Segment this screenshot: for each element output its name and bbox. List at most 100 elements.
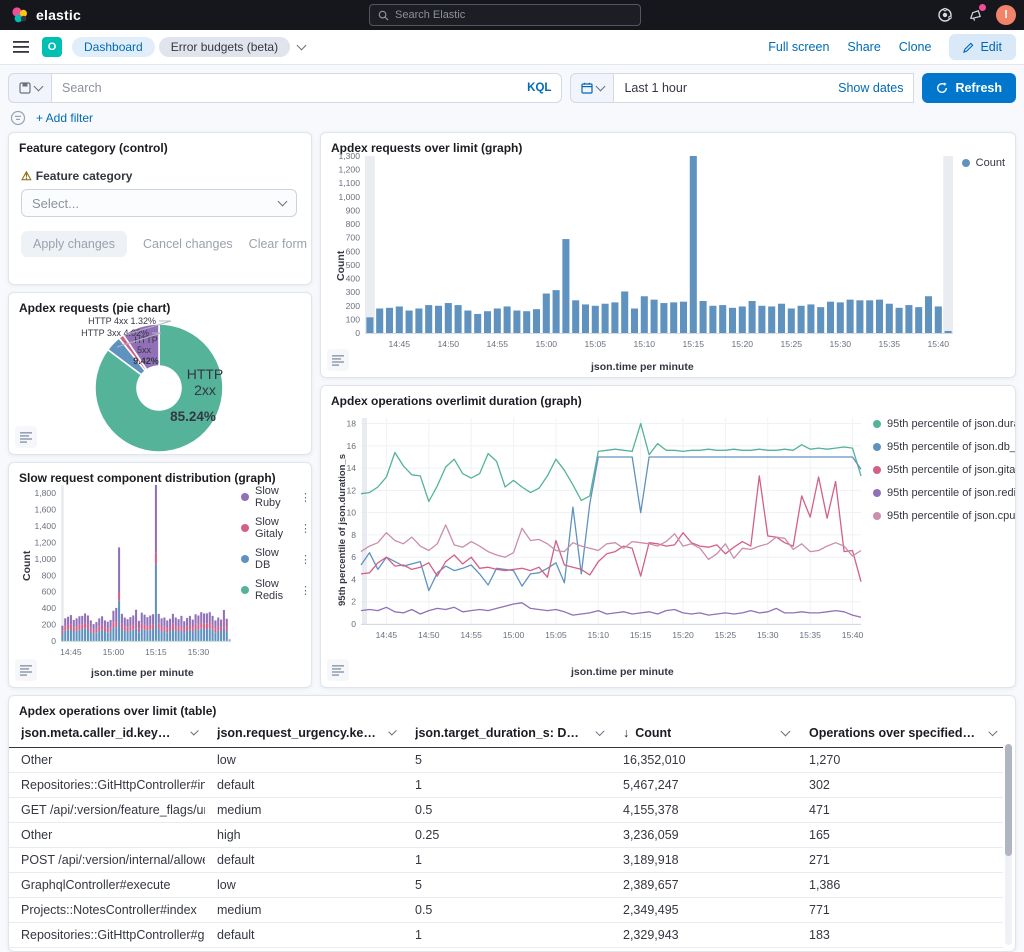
edit-button[interactable]: Edit	[949, 34, 1016, 60]
date-picker-chevron-icon	[596, 82, 606, 92]
saved-query-icon	[19, 82, 31, 94]
column-menu-chevron-icon[interactable]	[988, 727, 997, 736]
table-row[interactable]: GraphqlController#executelow52,389,6571,…	[9, 873, 1003, 898]
clone-button[interactable]: Clone	[899, 40, 932, 54]
table-row[interactable]: Otherlow516,352,0101,270	[9, 748, 1003, 773]
legend-item[interactable]: 95th percentile of json.dura...	[873, 418, 1013, 430]
table-column-header[interactable]: json.target_duration_s: Descending	[403, 720, 611, 748]
lines-y-axis-title: 95th percentile of json.duration_s	[337, 454, 348, 606]
time-range-display[interactable]: Last 1 hour Show dates	[614, 73, 914, 103]
table-cell: 5,467,247	[611, 773, 797, 798]
table-row[interactable]: POST /api/:version/internal/alloweddefau…	[9, 848, 1003, 873]
panel-options-icon[interactable]	[15, 426, 37, 448]
legend-item[interactable]: 95th percentile of json.gital...	[873, 464, 1013, 476]
table-row[interactable]: Repositories::GitHttpController#info_ref…	[9, 773, 1003, 798]
lines-legend: 95th percentile of json.dura... 95th perc…	[873, 418, 1013, 533]
filter-menu-icon[interactable]	[10, 110, 26, 126]
table-row[interactable]: GET /api/:version/feature_flags/unleash.…	[9, 798, 1003, 823]
svg-text:1,000: 1,000	[34, 554, 56, 564]
table-cell: 1	[403, 923, 611, 948]
legend-item[interactable]: 95th percentile of json.redi...	[873, 487, 1013, 499]
global-search-input[interactable]: Search Elastic	[369, 4, 641, 26]
table-cell: 771	[797, 898, 1003, 923]
add-filter-link[interactable]: + Add filter	[36, 111, 93, 125]
duration-line-chart-plot[interactable]: 02468101214161814:4514:5014:5515:0015:05…	[321, 412, 869, 674]
show-dates-link[interactable]: Show dates	[838, 81, 903, 95]
legend-actions-icon[interactable]: ⋮	[300, 553, 311, 566]
table-scrollbar[interactable]	[1005, 744, 1012, 945]
svg-text:85.24%: 85.24%	[170, 409, 216, 424]
cancel-changes-button[interactable]: Cancel changes	[143, 237, 233, 251]
menu-icon[interactable]	[8, 34, 34, 60]
time-range-value[interactable]: Last 1 hour	[624, 81, 687, 95]
legend-actions-icon[interactable]: ⋮	[300, 584, 311, 597]
legend-item[interactable]: 95th percentile of json.cpu_s	[873, 510, 1013, 522]
feature-category-select[interactable]: Select...	[21, 189, 297, 217]
table-cell: Other	[9, 748, 205, 773]
table-column-header[interactable]: json.request_urgency.keyword: Des...	[205, 720, 403, 748]
kql-search-input[interactable]	[62, 81, 527, 95]
notifications-icon[interactable]	[966, 6, 984, 24]
table-scrollbar-thumb[interactable]	[1005, 744, 1012, 856]
full-screen-button[interactable]: Full screen	[768, 40, 829, 54]
kql-search-box[interactable]: KQL	[52, 73, 562, 103]
legend-actions-icon[interactable]: ⋮	[300, 491, 311, 504]
table-column-header[interactable]: Operations over specified threshold...	[797, 720, 1003, 748]
legend-dot	[873, 489, 881, 497]
column-menu-chevron-icon[interactable]	[596, 727, 605, 736]
legend-label: Slow Redis	[255, 578, 288, 602]
table-row[interactable]: Otherdefault12,160,6021,106	[9, 948, 1003, 952]
column-menu-chevron-icon[interactable]	[388, 727, 397, 736]
legend-item[interactable]: Slow DB⋮	[241, 547, 311, 571]
warning-icon: ⚠	[21, 169, 32, 183]
svg-text:400: 400	[346, 274, 361, 284]
elastic-logo[interactable]: elastic	[10, 5, 81, 25]
kql-label[interactable]: KQL	[527, 82, 551, 94]
svg-text:15:15: 15:15	[683, 339, 705, 349]
svg-text:14:45: 14:45	[389, 339, 411, 349]
legend-actions-icon[interactable]: ⋮	[300, 522, 311, 535]
apdex-bar-chart-plot[interactable]: 01002003004005006007008009001,0001,1001,…	[321, 149, 961, 373]
table-row[interactable]: Projects::NotesController#indexmedium0.5…	[9, 898, 1003, 923]
svg-text:15:35: 15:35	[799, 630, 821, 640]
legend-item-count[interactable]: Count	[962, 157, 1005, 169]
svg-text:500: 500	[346, 260, 361, 270]
saved-query-menu-button[interactable]	[8, 73, 52, 103]
legend-item[interactable]: 95th percentile of json.db_...	[873, 441, 1013, 453]
table-cell: Repositories::GitHttpController#info_ref…	[9, 773, 205, 798]
legend-item[interactable]: Slow Gitaly⋮	[241, 516, 311, 540]
apply-changes-button[interactable]: Apply changes	[21, 231, 127, 257]
space-avatar[interactable]: O	[42, 37, 62, 57]
svg-text:15:10: 15:10	[588, 630, 610, 640]
svg-text:15:05: 15:05	[545, 630, 567, 640]
apdex-pie-chart[interactable]: HTTP2xx85.24%HTTP5xx9.42%HTTP 4xx 1.32%H…	[9, 309, 312, 455]
feature-category-control-panel: Feature category (control) ⚠ Feature cat…	[8, 132, 312, 285]
column-menu-chevron-icon[interactable]	[190, 727, 199, 736]
table-cell: default	[205, 848, 403, 873]
table-row[interactable]: Repositories::GitHttpController#git_upl.…	[9, 923, 1003, 948]
table-row[interactable]: Otherhigh0.253,236,059165	[9, 823, 1003, 848]
svg-text:2: 2	[351, 597, 356, 607]
legend-item[interactable]: Slow Ruby ⋮	[241, 485, 311, 509]
dashboard-options-chevron-icon[interactable]	[297, 41, 307, 51]
deployment-icon[interactable]	[936, 6, 954, 24]
app-header: elastic Search Elastic l	[0, 0, 1024, 30]
table-column-header[interactable]: json.meta.caller_id.keyword: Desce...	[9, 720, 205, 748]
clear-form-button[interactable]: Clear form	[249, 237, 307, 251]
panel-options-icon[interactable]	[327, 349, 349, 371]
panel-options-icon[interactable]	[327, 659, 349, 681]
panel-options-icon[interactable]	[15, 659, 37, 681]
legend-item[interactable]: Slow Redis ⋮	[241, 578, 311, 602]
svg-text:14:55: 14:55	[487, 339, 509, 349]
user-avatar[interactable]: l	[996, 5, 1016, 25]
dashboard-page: elastic Search Elastic l O Dashboard Err…	[0, 0, 1024, 952]
slow-request-chart-plot[interactable]: 02004006008001,0001,2001,4001,6001,80014…	[9, 481, 241, 681]
breadcrumb-dashboard[interactable]: Dashboard	[72, 37, 155, 57]
legend-label: Slow Ruby	[255, 485, 288, 509]
table-column-header[interactable]: ↓Count	[611, 720, 797, 748]
share-button[interactable]: Share	[847, 40, 880, 54]
refresh-button[interactable]: Refresh	[922, 73, 1016, 103]
svg-text:15:25: 15:25	[715, 630, 737, 640]
date-picker-menu-button[interactable]	[570, 73, 614, 103]
column-menu-chevron-icon[interactable]	[781, 727, 791, 737]
